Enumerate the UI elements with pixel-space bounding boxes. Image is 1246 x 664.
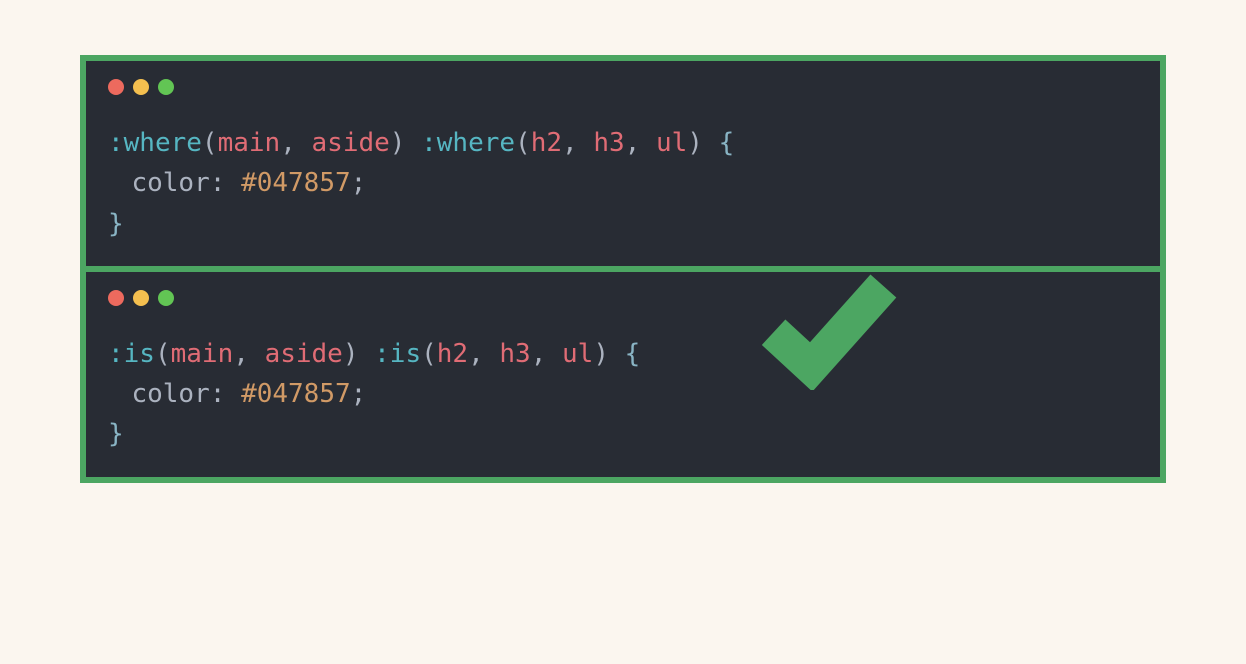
token-pseudo: :where [421,128,515,158]
close-icon [108,290,124,306]
window-traffic-lights [108,79,1138,95]
token-brace: } [108,419,124,449]
token-pseudo: :is [374,339,421,369]
token-pseudo: :where [108,128,202,158]
code-block: :is(main, aside) :is(h2, h3, ul) { color… [108,334,1138,455]
token-arg: h3 [593,128,624,158]
token-property: color [131,168,209,198]
token-paren: ) [390,128,406,158]
token-paren: ( [421,339,437,369]
token-colon: : [210,379,241,409]
token-comma: , [468,339,499,369]
maximize-icon [158,290,174,306]
code-panel-bottom: :is(main, aside) :is(h2, h3, ul) { color… [80,272,1166,483]
token-value: #047857 [241,379,351,409]
token-colon: : [210,168,241,198]
token-space [703,128,719,158]
token-property: color [131,379,209,409]
token-comma: , [531,339,562,369]
token-paren: ) [343,339,359,369]
close-icon [108,79,124,95]
code-panel-top: :where(main, aside) :where(h2, h3, ul) {… [80,55,1166,272]
token-paren: ( [155,339,171,369]
token-pseudo: :is [108,339,155,369]
token-comma: , [625,128,656,158]
token-semi: ; [351,379,367,409]
token-comma: , [562,128,593,158]
token-comma: , [233,339,264,369]
code-block: :where(main, aside) :where(h2, h3, ul) {… [108,123,1138,244]
token-arg: ul [656,128,687,158]
token-brace: { [625,339,641,369]
token-brace: { [719,128,735,158]
token-space [359,339,375,369]
token-paren: ) [593,339,609,369]
token-arg: main [171,339,234,369]
token-arg: h3 [499,339,530,369]
maximize-icon [158,79,174,95]
token-arg: aside [312,128,390,158]
token-arg: main [218,128,281,158]
token-semi: ; [351,168,367,198]
token-arg: h2 [437,339,468,369]
checkmark-icon [751,260,906,390]
token-space [405,128,421,158]
token-comma: , [280,128,311,158]
minimize-icon [133,79,149,95]
token-arg: h2 [531,128,562,158]
token-value: #047857 [241,168,351,198]
code-comparison-container: :where(main, aside) :where(h2, h3, ul) {… [80,55,1166,483]
token-arg: ul [562,339,593,369]
token-brace: } [108,209,124,239]
window-traffic-lights [108,290,1138,306]
token-paren: ( [515,128,531,158]
token-arg: aside [265,339,343,369]
token-space [609,339,625,369]
token-paren: ( [202,128,218,158]
token-paren: ) [687,128,703,158]
minimize-icon [133,290,149,306]
